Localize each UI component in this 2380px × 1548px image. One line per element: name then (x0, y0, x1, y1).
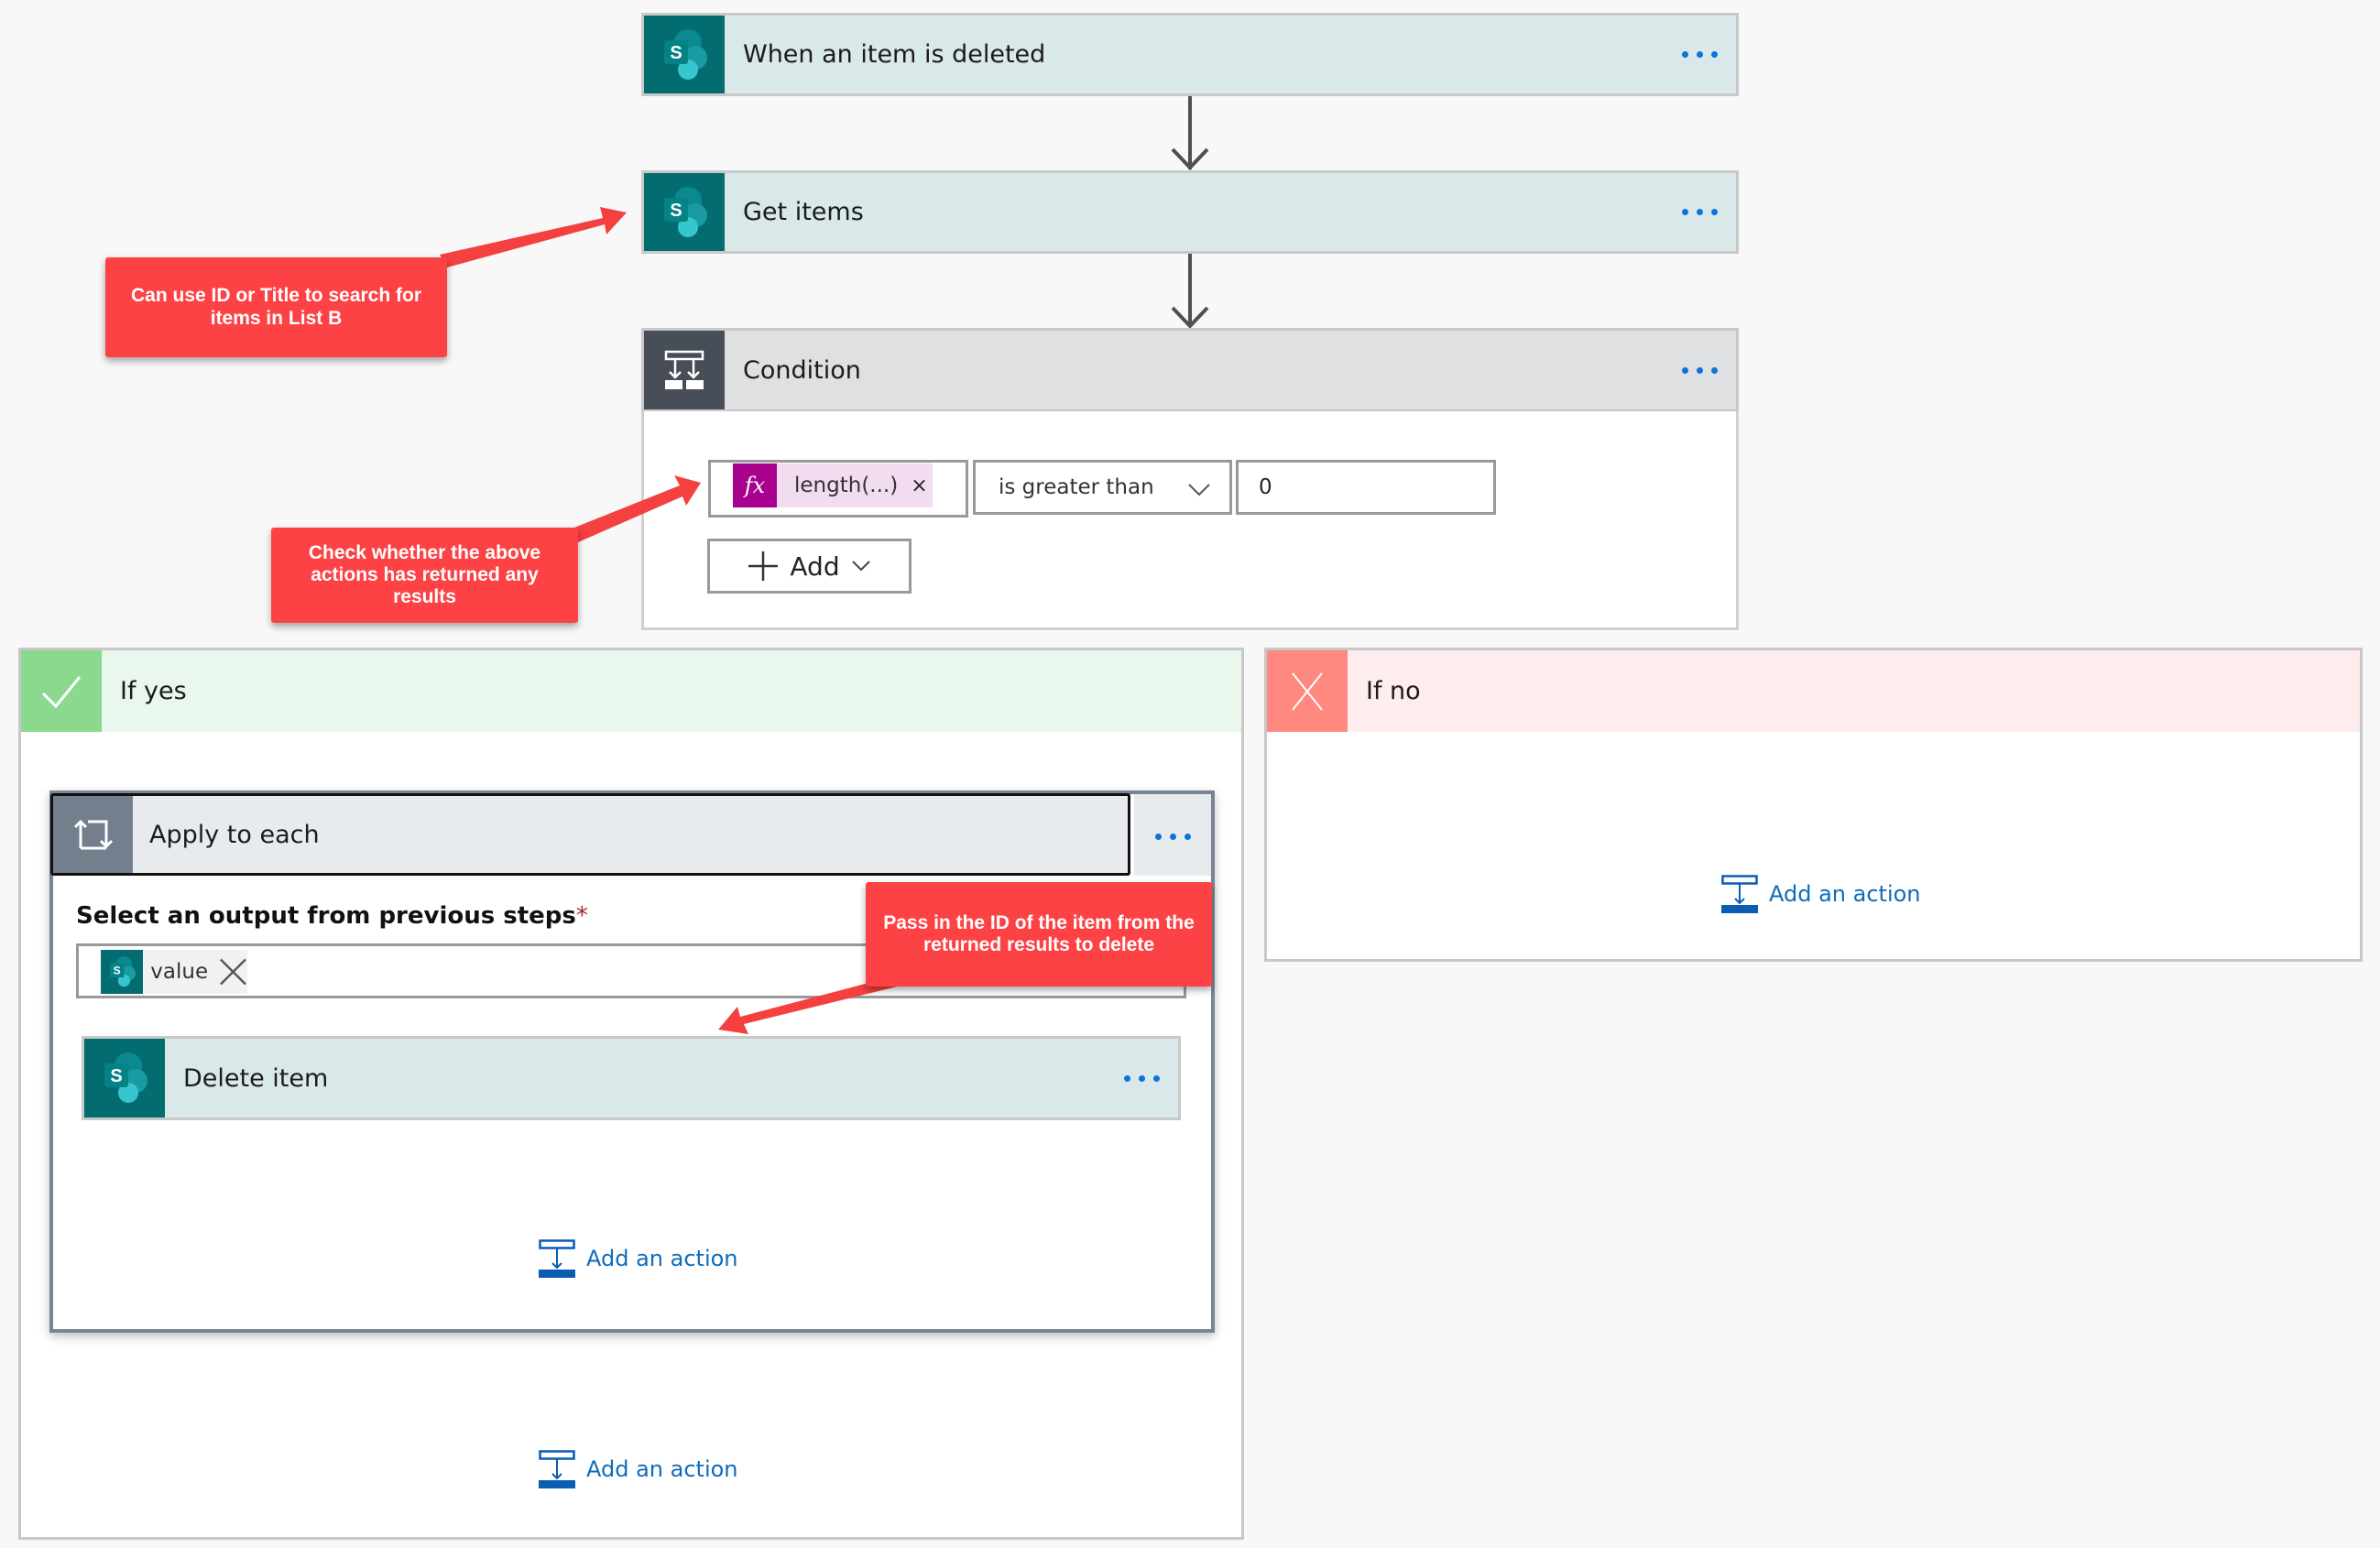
add-action-icon (1721, 875, 1758, 913)
more-options-button[interactable] (1663, 331, 1736, 409)
connector-line (1188, 254, 1192, 327)
operator-dropdown[interactable]: is greater than (973, 460, 1232, 515)
condition-body (641, 411, 1739, 630)
condition-icon (644, 331, 725, 409)
card-title: Get items (743, 198, 864, 226)
add-action-button[interactable]: Add an action (539, 1239, 738, 1278)
svg-text:S: S (670, 43, 682, 63)
connector-line (1188, 96, 1192, 169)
token-label: length(...) (794, 474, 899, 497)
add-action-icon (539, 1450, 575, 1488)
sharepoint-icon: S (101, 950, 144, 994)
right-operand-value: 0 (1259, 475, 1272, 499)
check-icon (21, 650, 102, 732)
card-title: Apply to each (149, 820, 320, 849)
if-yes-header[interactable]: If yes (21, 650, 1241, 732)
output-field-label: Select an output from previous steps* (76, 902, 588, 930)
card-title: When an item is deleted (743, 40, 1046, 69)
add-action-button[interactable]: Add an action (539, 1450, 738, 1488)
svg-text:S: S (114, 964, 121, 976)
add-action-label: Add an action (586, 1456, 738, 1482)
more-options-button[interactable] (1663, 16, 1736, 93)
x-icon (1267, 650, 1348, 732)
more-options-button[interactable] (1105, 1039, 1178, 1117)
remove-token-icon[interactable]: × (911, 474, 927, 497)
trigger-card[interactable]: S When an item is deleted (641, 13, 1739, 96)
apply-to-each-card[interactable]: Apply to each (50, 793, 1130, 876)
right-operand-field[interactable]: 0 (1236, 460, 1496, 515)
add-button-label: Add (790, 551, 840, 582)
operator-value: is greater than (999, 475, 1154, 499)
svg-text:S: S (110, 1066, 122, 1086)
output-label-text: Select an output from previous steps (76, 902, 576, 930)
more-options-button[interactable] (1136, 818, 1209, 855)
sharepoint-icon: S (644, 173, 725, 251)
if-no-branch: If no Add an action (1264, 648, 2363, 962)
annotation-callout: Check whether the above actions has retu… (271, 528, 578, 623)
remove-token-icon[interactable] (219, 957, 247, 987)
sharepoint-icon: S (84, 1039, 165, 1117)
add-condition-button[interactable]: Add (707, 539, 912, 594)
chevron-down-icon (851, 561, 870, 572)
fx-icon: fx (733, 463, 777, 507)
svg-text:S: S (670, 201, 682, 221)
add-action-button[interactable]: Add an action (1721, 875, 1921, 913)
plus-icon (748, 551, 779, 581)
token-label: value (150, 960, 209, 984)
chevron-down-icon (1188, 484, 1210, 496)
annotation-callout: Pass in the ID of the item from the retu… (866, 882, 1212, 987)
required-marker: * (575, 902, 588, 930)
if-yes-label: If yes (120, 677, 187, 705)
card-title: Condition (743, 355, 861, 385)
add-action-icon (539, 1239, 575, 1278)
if-no-label: If no (1366, 677, 1421, 705)
loop-icon (53, 796, 133, 873)
if-no-header[interactable]: If no (1267, 650, 2360, 732)
get-items-card[interactable]: S Get items (641, 170, 1739, 254)
add-action-label: Add an action (1769, 881, 1921, 907)
expression-token[interactable]: fx length(...) × (733, 463, 933, 507)
delete-item-card[interactable]: S Delete item (82, 1036, 1181, 1120)
card-title: Delete item (183, 1063, 329, 1093)
condition-card[interactable]: Condition (641, 328, 1739, 412)
more-options-button[interactable] (1663, 173, 1736, 251)
sharepoint-icon: S (644, 16, 725, 93)
annotation-callout: Can use ID or Title to search for items … (105, 257, 447, 357)
add-action-label: Add an action (586, 1246, 738, 1271)
output-token[interactable]: S value (101, 950, 247, 994)
